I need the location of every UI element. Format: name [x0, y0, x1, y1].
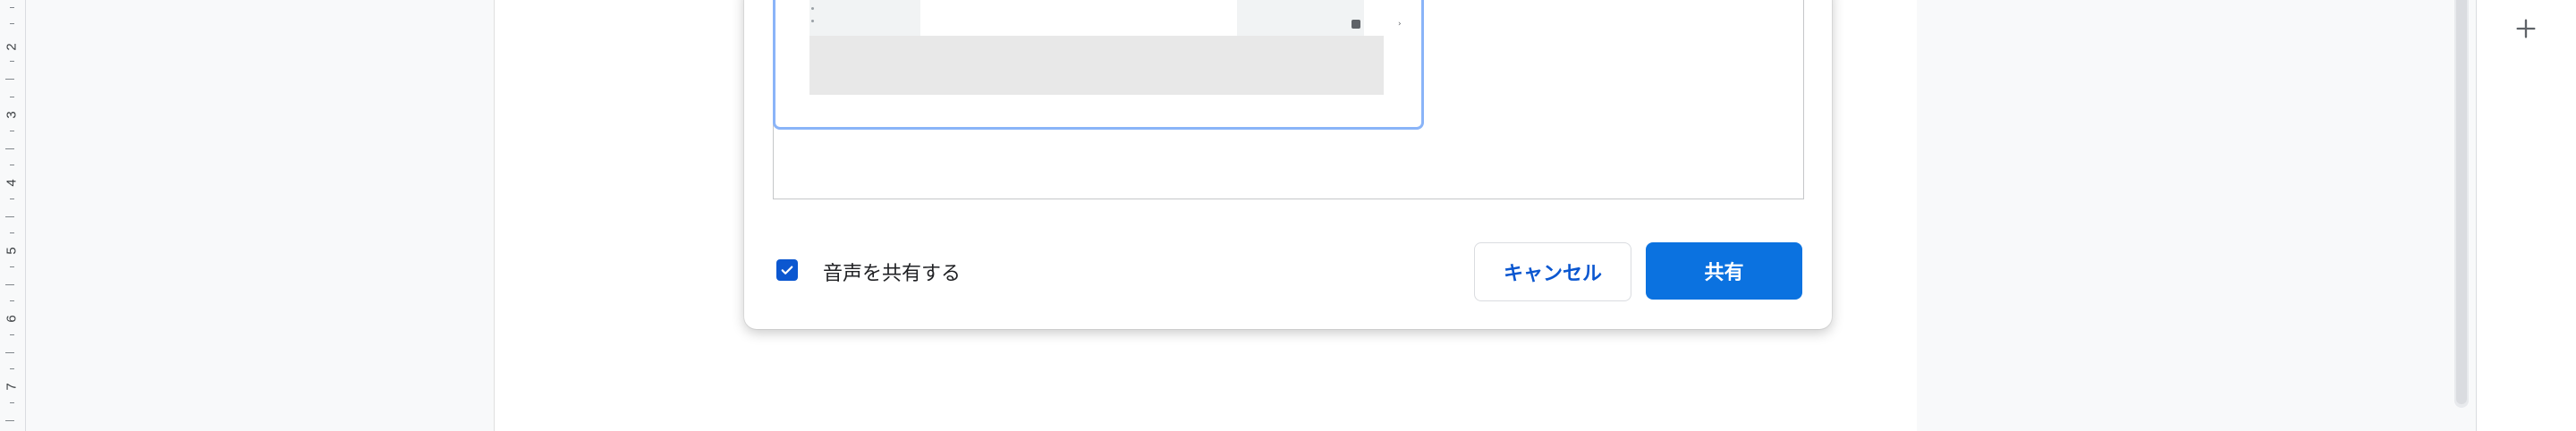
ruler-tick: [10, 300, 14, 301]
thumbnail-bottom-bar: [809, 36, 1384, 95]
ruler-tick: [10, 266, 14, 267]
share-audio-label[interactable]: 音声を共有する: [823, 258, 961, 286]
ruler-tick: [10, 232, 14, 233]
add-button[interactable]: [2508, 11, 2544, 46]
ruler-number: 6: [4, 315, 20, 323]
ruler-number: 2: [4, 43, 20, 51]
share-audio-checkbox[interactable]: [776, 259, 798, 281]
scrollbar-thumb[interactable]: [2456, 0, 2467, 404]
thumbnail-right-panel: [1237, 0, 1364, 36]
vertical-ruler: 2 3 4 5 6 7: [0, 0, 26, 431]
ruler-tick: [10, 23, 14, 24]
ruler-tick: [10, 7, 14, 8]
selected-source-thumbnail[interactable]: ›: [773, 0, 1424, 130]
ruler-tick: [5, 148, 14, 149]
chevron-right-icon: ›: [1398, 20, 1402, 29]
ruler-number: 5: [4, 247, 20, 255]
ruler-tick: [5, 420, 14, 421]
checkmark-icon: [781, 266, 793, 275]
thumbnail-left-panel: [809, 0, 920, 36]
ruler-tick: [10, 334, 14, 335]
ruler-number: 3: [4, 111, 20, 119]
ruler-number: 7: [4, 383, 20, 391]
document-gutter: [1917, 0, 2476, 431]
ruler-tick: [5, 79, 14, 80]
ruler-tick: [10, 368, 14, 369]
thumbnail-dot: [811, 7, 814, 10]
share-button[interactable]: 共有: [1646, 242, 1802, 300]
thumbnail-icon: [1352, 20, 1360, 29]
plus-icon: [2516, 19, 2536, 38]
ruler-tick: [5, 216, 14, 217]
share-screen-dialog: › 音声を共有する キャンセル 共有: [744, 0, 1832, 329]
ruler-tick: [10, 402, 14, 403]
thumbnail-dot: [811, 20, 814, 22]
side-panel: [2476, 0, 2576, 431]
thumbnail-center-panel: [920, 0, 1237, 36]
ruler-tick: [5, 352, 14, 353]
thumbnail-preview: ›: [809, 0, 1402, 95]
ruler-number: 4: [4, 179, 20, 187]
ruler-tick: [10, 61, 14, 62]
cancel-button[interactable]: キャンセル: [1474, 242, 1631, 301]
ruler-tick: [5, 284, 14, 285]
